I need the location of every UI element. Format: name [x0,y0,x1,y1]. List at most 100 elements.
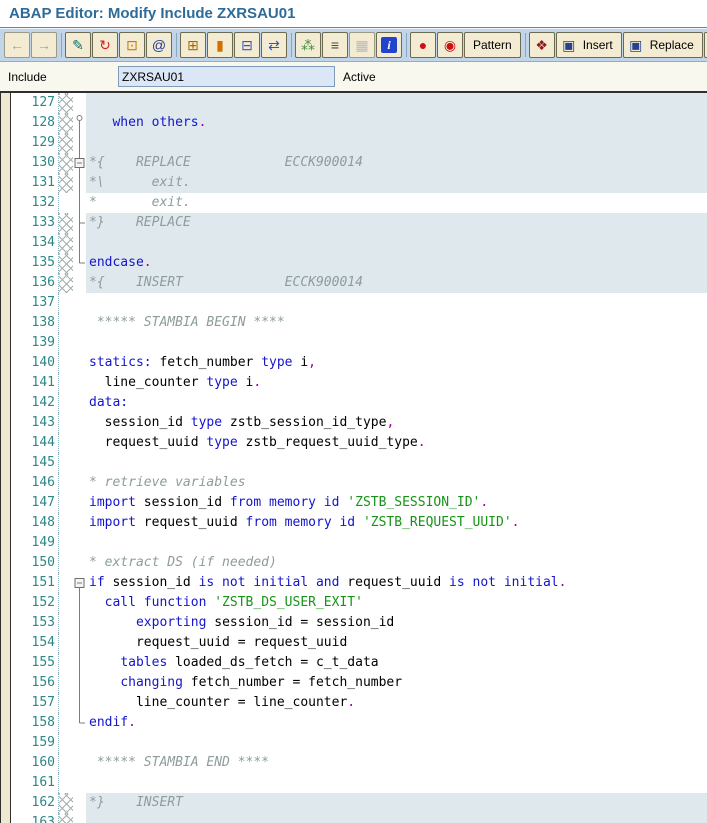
session-breakpoint-button[interactable]: ◉ [437,32,463,58]
code-line[interactable]: 132 * exit. [11,193,707,213]
line-number[interactable]: 137 [11,293,59,313]
line-number[interactable]: 142 [11,393,59,413]
code-line[interactable]: 134 [11,233,707,253]
line-number[interactable]: 131 [11,173,59,193]
code-text[interactable]: ***** STAMBIA END **** [86,753,707,773]
line-number[interactable]: 149 [11,533,59,553]
line-number[interactable]: 136 [11,273,59,293]
code-line[interactable]: 133 *} REPLACE [11,213,707,233]
code-line[interactable]: 161 [11,773,707,793]
code-line[interactable]: 157 line_counter = line_counter. [11,693,707,713]
display-change-button[interactable]: ✎ [65,32,91,58]
code-text[interactable]: *{ REPLACE ECCK900014 [86,153,707,173]
pattern-button[interactable]: Pattern [464,32,521,58]
code-text[interactable]: exporting session_id = session_id [86,613,707,633]
line-number[interactable]: 140 [11,353,59,373]
modification-overview-button[interactable]: ❖ [528,32,555,58]
code-text[interactable]: *{ INSERT ECCK900014 [86,273,707,293]
fold-marker-boxstart[interactable] [73,573,86,593]
line-number[interactable]: 162 [11,793,59,813]
refresh-button[interactable]: ↻ [92,32,118,58]
where-used-button[interactable]: ⊞ [180,32,206,58]
code-text[interactable]: import session_id from memory id 'ZSTB_S… [86,493,707,513]
code-line[interactable]: 154 request_uuid = request_uuid [11,633,707,653]
copy-button[interactable]: ⊡ [119,32,145,58]
line-number[interactable]: 161 [11,773,59,793]
line-number[interactable]: 145 [11,453,59,473]
code-text[interactable]: * exit. [86,193,707,213]
table-button[interactable]: ▦ [349,32,375,58]
code-line[interactable]: 160 ***** STAMBIA END **** [11,753,707,773]
code-line[interactable]: 138 ***** STAMBIA BEGIN **** [11,313,707,333]
code-text[interactable] [86,733,707,753]
line-number[interactable]: 155 [11,653,59,673]
line-number[interactable]: 133 [11,213,59,233]
display-object-button[interactable]: ⊟ [234,32,260,58]
code-line[interactable]: 143 session_id type zstb_session_id_type… [11,413,707,433]
replace-button[interactable]: ▣ Replace [622,32,703,58]
code-line[interactable]: 130 *{ REPLACE ECCK900014 [11,153,707,173]
code-line[interactable]: 131 *\ exit. [11,173,707,193]
line-number[interactable]: 132 [11,193,59,213]
code-text[interactable]: tables loaded_ds_fetch = c_t_data [86,653,707,673]
line-number[interactable]: 139 [11,333,59,353]
code-text[interactable] [86,93,707,113]
code-line[interactable]: 163 [11,813,707,823]
object-list-button[interactable]: ⁂ [295,32,321,58]
line-number[interactable]: 146 [11,473,59,493]
line-number[interactable]: 134 [11,233,59,253]
line-number[interactable]: 153 [11,613,59,633]
code-text[interactable]: * retrieve variables [86,473,707,493]
code-line[interactable]: 151 if session_id is not initial and requ… [11,573,707,593]
code-text[interactable]: *} REPLACE [86,213,707,233]
code-line[interactable]: 136 *{ INSERT ECCK900014 [11,273,707,293]
navigation-button[interactable]: ⇄ [261,32,287,58]
line-number[interactable]: 163 [11,813,59,823]
code-text[interactable]: * extract DS (if needed) [86,553,707,573]
code-text[interactable]: request_uuid type zstb_request_uuid_type… [86,433,707,453]
code-text[interactable] [86,133,707,153]
line-number[interactable]: 151 [11,573,59,593]
code-text[interactable]: ***** STAMBIA BEGIN **** [86,313,707,333]
line-number[interactable]: 128 [11,113,59,133]
line-number[interactable]: 129 [11,133,59,153]
code-text[interactable] [86,533,707,553]
line-number[interactable]: 160 [11,753,59,773]
line-number[interactable]: 143 [11,413,59,433]
code-line[interactable]: 142 data: [11,393,707,413]
code-line[interactable]: 149 [11,533,707,553]
code-text[interactable]: *\ exit. [86,173,707,193]
code-text[interactable]: request_uuid = request_uuid [86,633,707,653]
code-text[interactable]: call function 'ZSTB_DS_USER_EXIT' [86,593,707,613]
code-text[interactable] [86,453,707,473]
code-text[interactable]: endif. [86,713,707,733]
code-text[interactable]: line_counter type i. [86,373,707,393]
code-text[interactable] [86,233,707,253]
line-number[interactable]: 138 [11,313,59,333]
code-text[interactable] [86,813,707,823]
code-line[interactable]: 140 statics: fetch_number type i, [11,353,707,373]
editor-left-margin[interactable] [0,93,11,823]
line-number[interactable]: 150 [11,553,59,573]
info-button[interactable]: i [376,32,402,58]
code-line[interactable]: 144 request_uuid type zstb_request_uuid_… [11,433,707,453]
code-text[interactable]: endcase. [86,253,707,273]
code-line[interactable]: 147 import session_id from memory id 'ZST… [11,493,707,513]
code-line[interactable]: 128 when others. [11,113,707,133]
code-text[interactable]: changing fetch_number = fetch_number [86,673,707,693]
line-number[interactable]: 135 [11,253,59,273]
line-number[interactable]: 159 [11,733,59,753]
syntax-check-torch-button[interactable]: ▮ [207,32,233,58]
code-line[interactable]: 153 exporting session_id = session_id [11,613,707,633]
print-button[interactable]: ≡ [322,32,348,58]
code-line[interactable]: 127 [11,93,707,113]
line-number[interactable]: 158 [11,713,59,733]
line-number[interactable]: 130 [11,153,59,173]
code-line[interactable]: 156 changing fetch_number = fetch_number [11,673,707,693]
line-number[interactable]: 148 [11,513,59,533]
insert-button[interactable]: ▣ Insert [555,32,622,58]
line-number[interactable]: 154 [11,633,59,653]
code-line[interactable]: 145 [11,453,707,473]
code-text[interactable]: when others. [86,113,707,133]
line-number[interactable]: 152 [11,593,59,613]
